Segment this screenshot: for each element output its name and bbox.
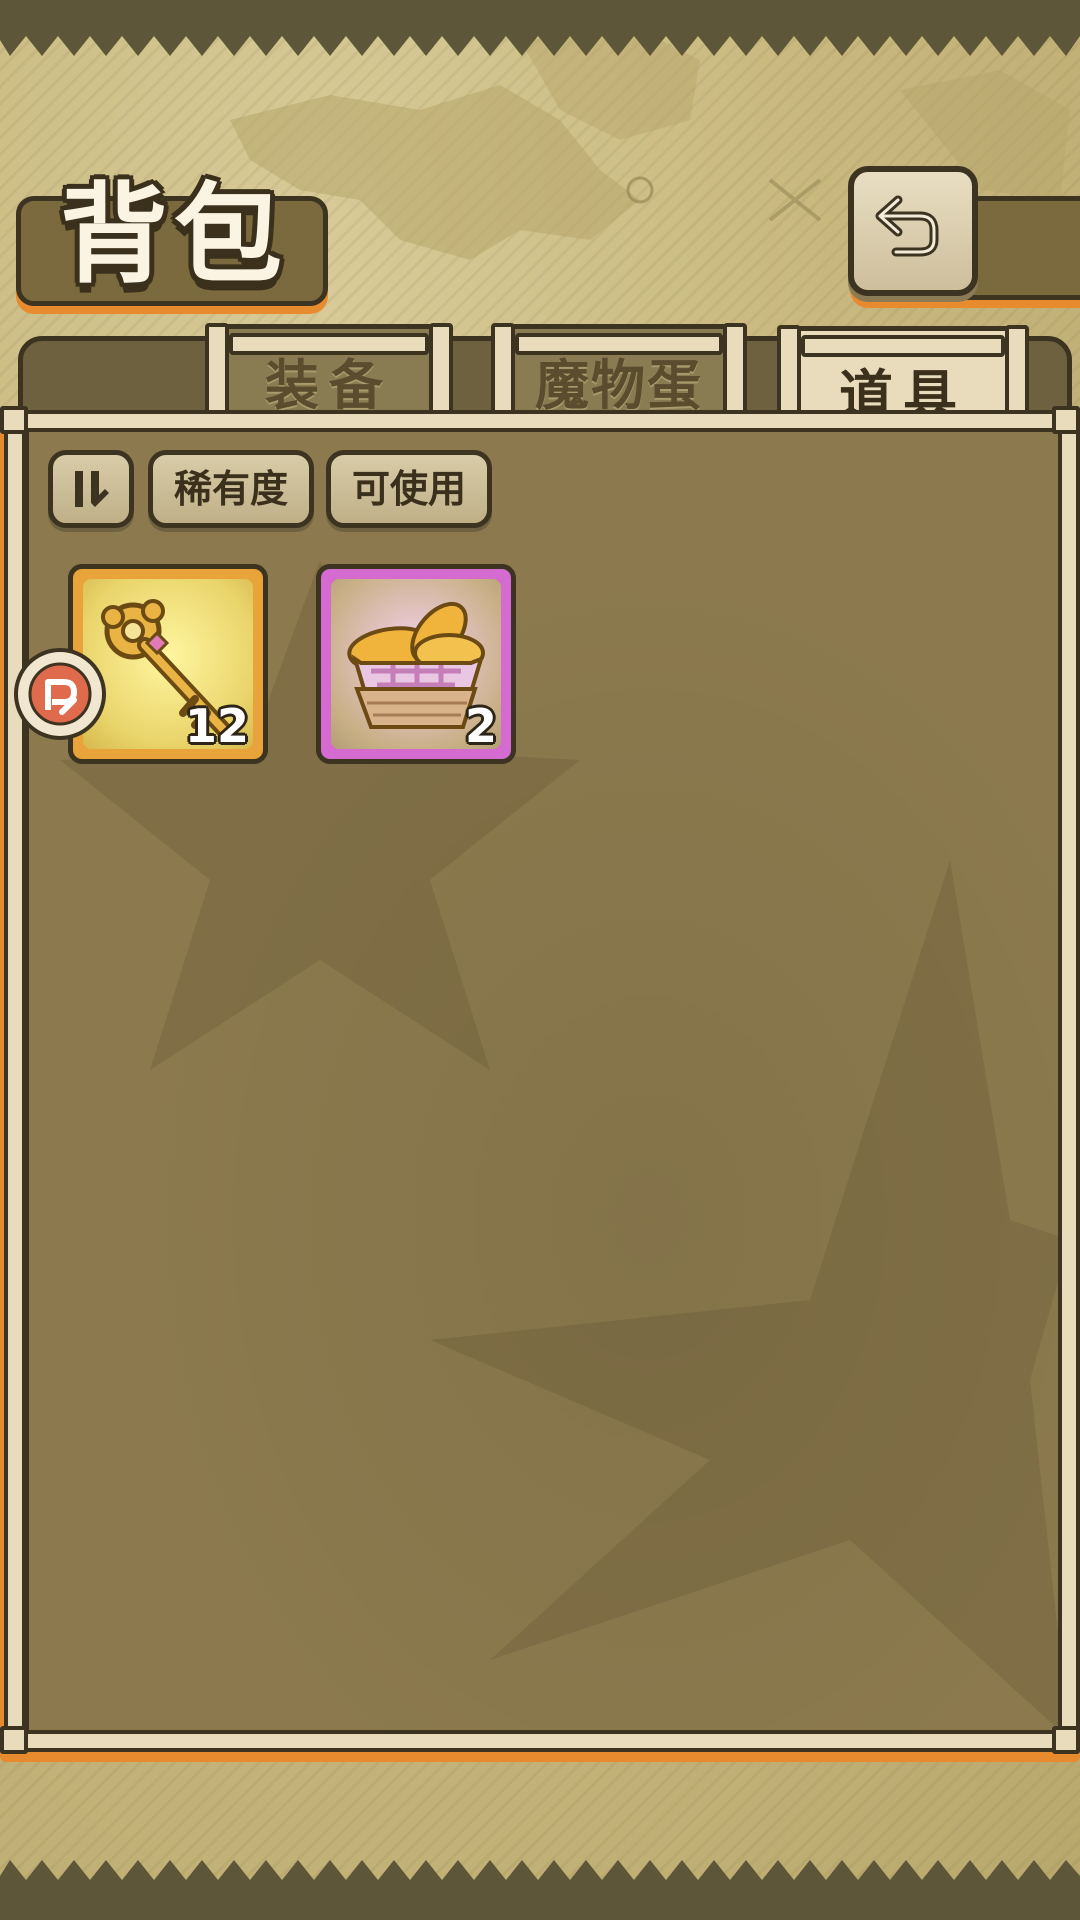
sort-toggle-button[interactable] bbox=[48, 450, 134, 528]
frame-corner bbox=[0, 1726, 28, 1754]
rarity-filter-label: 稀有度 bbox=[173, 467, 288, 511]
top-zigzag-border bbox=[0, 0, 1080, 56]
item-count: 12 bbox=[184, 699, 249, 753]
star-watermark bbox=[430, 860, 1070, 1740]
frame-corner bbox=[1052, 406, 1080, 434]
frame-rail-top bbox=[16, 410, 1072, 432]
frame-rail-left bbox=[4, 420, 26, 1742]
usable-filter-button[interactable]: 可使用 bbox=[326, 450, 492, 528]
back-button[interactable] bbox=[848, 166, 978, 296]
page-title: 背包 bbox=[60, 172, 289, 298]
frame-rail-bottom bbox=[16, 1730, 1072, 1752]
frame-rail-right bbox=[1058, 420, 1080, 1742]
item-slot-bread-basket[interactable]: 2 bbox=[316, 564, 516, 764]
item-count: 2 bbox=[464, 699, 497, 753]
equip-badge bbox=[14, 648, 106, 740]
rarity-filter-button[interactable]: 稀有度 bbox=[148, 450, 314, 528]
back-arrow-icon bbox=[875, 195, 939, 257]
tab-rail bbox=[801, 335, 1005, 357]
usable-filter-label: 可使用 bbox=[351, 467, 466, 511]
bottom-zigzag-border bbox=[0, 1860, 1080, 1920]
frame-corner bbox=[1052, 1726, 1080, 1754]
frame-corner bbox=[0, 406, 28, 434]
sort-toggle-icon bbox=[75, 471, 109, 507]
equip-arrow-icon bbox=[28, 662, 92, 726]
